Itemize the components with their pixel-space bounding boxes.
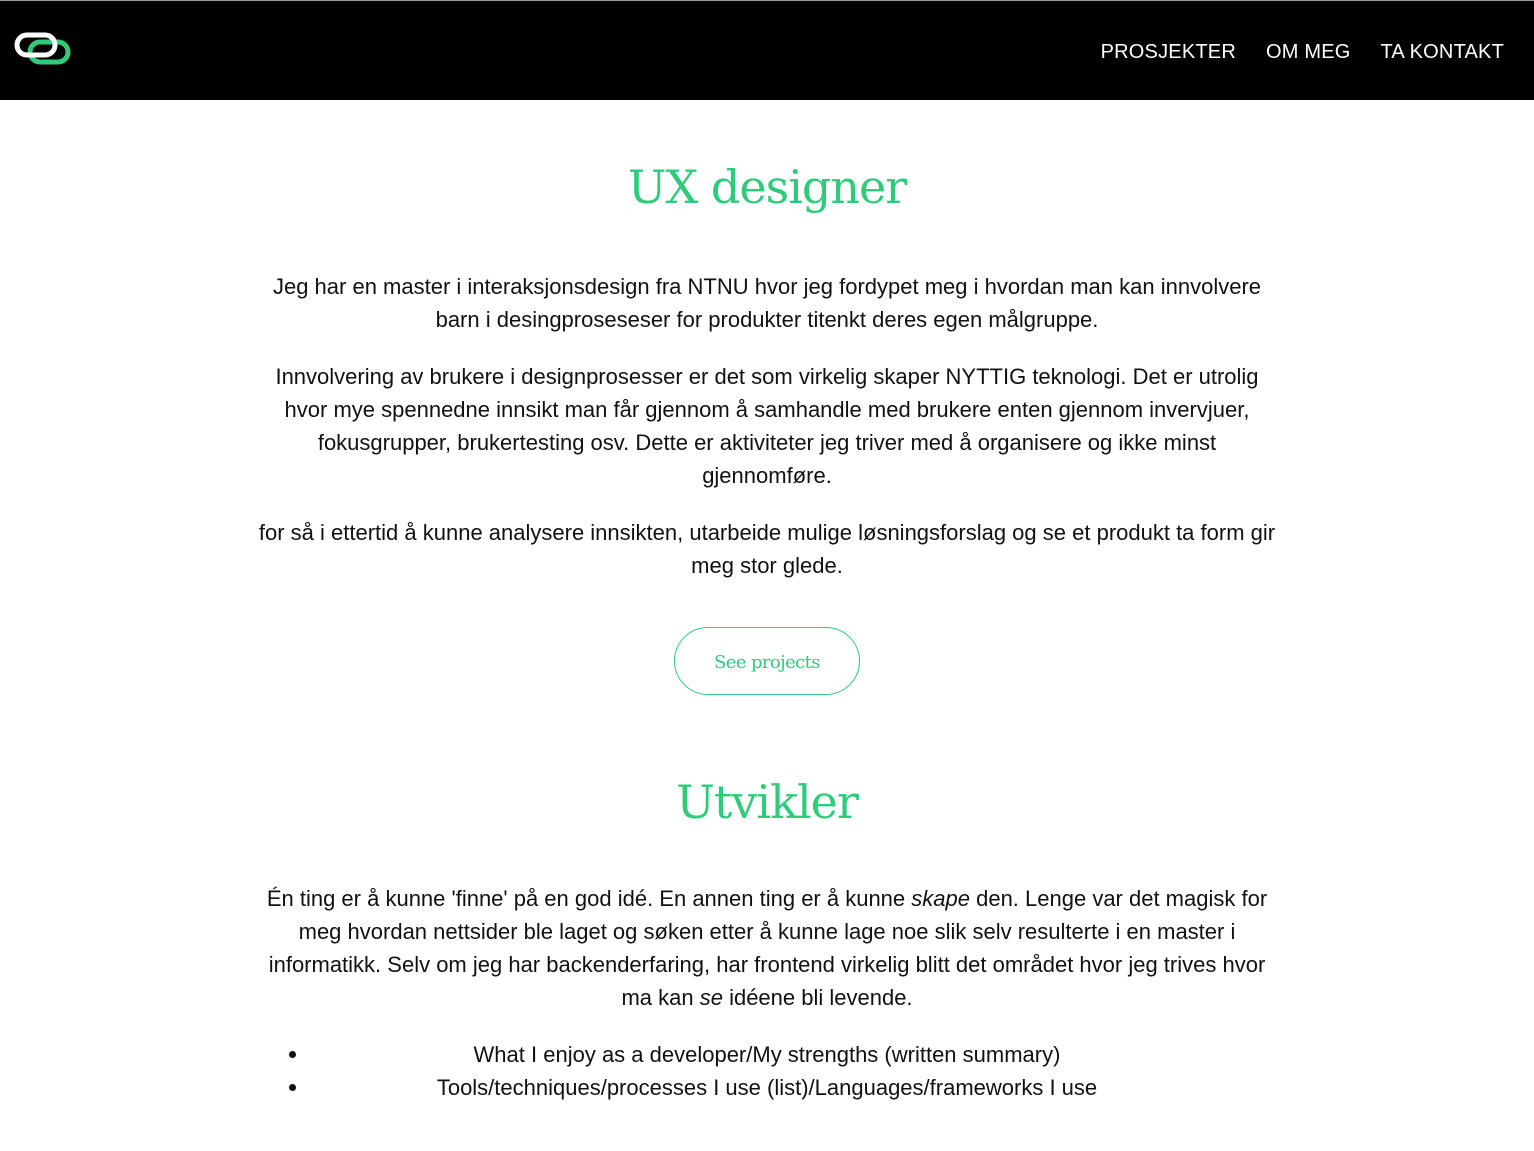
nav-link-ta-kontakt[interactable]: TA KONTAKT xyxy=(1381,39,1505,65)
bullet-icon xyxy=(289,1084,296,1091)
dev-list: What I enjoy as a developer/My strengths… xyxy=(257,1038,1277,1104)
ux-paragraph-1: Jeg har en master i interaksjonsdesign f… xyxy=(272,274,1262,332)
ux-section-title: UX designer xyxy=(627,160,907,214)
dev-paragraph: Én ting er å kunne 'finne' på en god idé… xyxy=(257,882,1277,1014)
list-item-text: What I enjoy as a developer/My strengths… xyxy=(473,1042,1061,1067)
top-navigation-bar: PROSJEKTER OM MEG TA KONTAKT xyxy=(0,0,1534,100)
dev-section-title: Utvikler xyxy=(676,775,859,829)
ux-paragraph-2: Innvolvering av brukere i designprosesse… xyxy=(275,364,1259,488)
ux-paragraph-3: for så i ettertid å kunne analysere inns… xyxy=(258,520,1276,578)
linked-rings-logo-icon[interactable] xyxy=(14,31,74,67)
bullet-icon xyxy=(289,1051,296,1058)
ux-designer-section: UX designer Jeg har en master i interaks… xyxy=(0,160,1534,695)
developer-section: Utvikler Én ting er å kunne 'finne' på e… xyxy=(0,775,1534,1104)
dev-paragraph-emphasis-skape: skape xyxy=(911,886,970,911)
list-item: Tools/techniques/processes I use (list)/… xyxy=(257,1071,1277,1104)
dev-paragraph-text-1: Én ting er å kunne 'finne' på en god idé… xyxy=(266,886,912,911)
dev-paragraph-emphasis-se: se xyxy=(699,985,723,1010)
list-item-text: Tools/techniques/processes I use (list)/… xyxy=(436,1075,1098,1100)
dev-paragraph-text-3: idéene bli levende. xyxy=(722,985,913,1010)
main-content: UX designer Jeg har en master i interaks… xyxy=(0,100,1534,1104)
list-item: What I enjoy as a developer/My strengths… xyxy=(257,1038,1277,1071)
nav-link-prosjekter[interactable]: PROSJEKTER xyxy=(1101,39,1236,65)
nav-link-om-meg[interactable]: OM MEG xyxy=(1266,39,1351,65)
see-projects-button[interactable]: See projects xyxy=(674,627,860,695)
main-nav: PROSJEKTER OM MEG TA KONTAKT xyxy=(1101,39,1504,65)
